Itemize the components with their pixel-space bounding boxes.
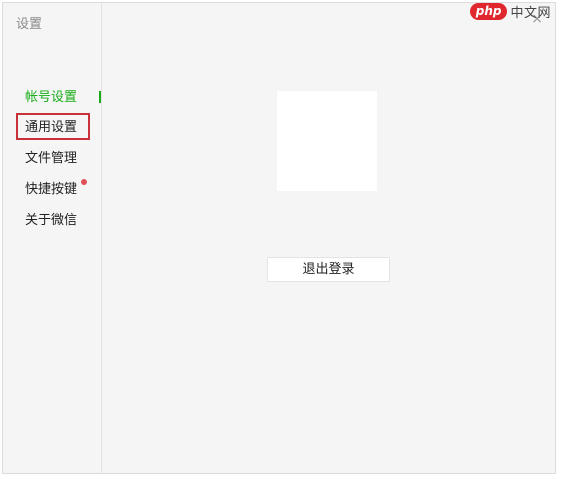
active-indicator: [99, 91, 101, 103]
sidebar-item-account[interactable]: 帐号设置: [25, 88, 77, 108]
watermark-logo: php 中文网: [469, 1, 551, 21]
notification-dot: [81, 179, 87, 185]
sidebar-item-about[interactable]: 关于微信: [25, 211, 77, 231]
logout-button[interactable]: 退出登录: [267, 257, 390, 282]
watermark-badge: php: [469, 2, 508, 20]
settings-window: 设置 × 帐号设置 通用设置 文件管理 快捷按键 关于微信 退出登录: [2, 2, 556, 474]
sidebar-item-general[interactable]: 通用设置: [25, 118, 77, 138]
settings-sidebar: 帐号设置 通用设置 文件管理 快捷按键 关于微信: [3, 3, 102, 473]
account-avatar: [277, 91, 377, 191]
sidebar-item-shortcuts[interactable]: 快捷按键: [25, 180, 77, 200]
sidebar-item-files[interactable]: 文件管理: [25, 149, 77, 169]
watermark-text: 中文网: [510, 5, 551, 21]
